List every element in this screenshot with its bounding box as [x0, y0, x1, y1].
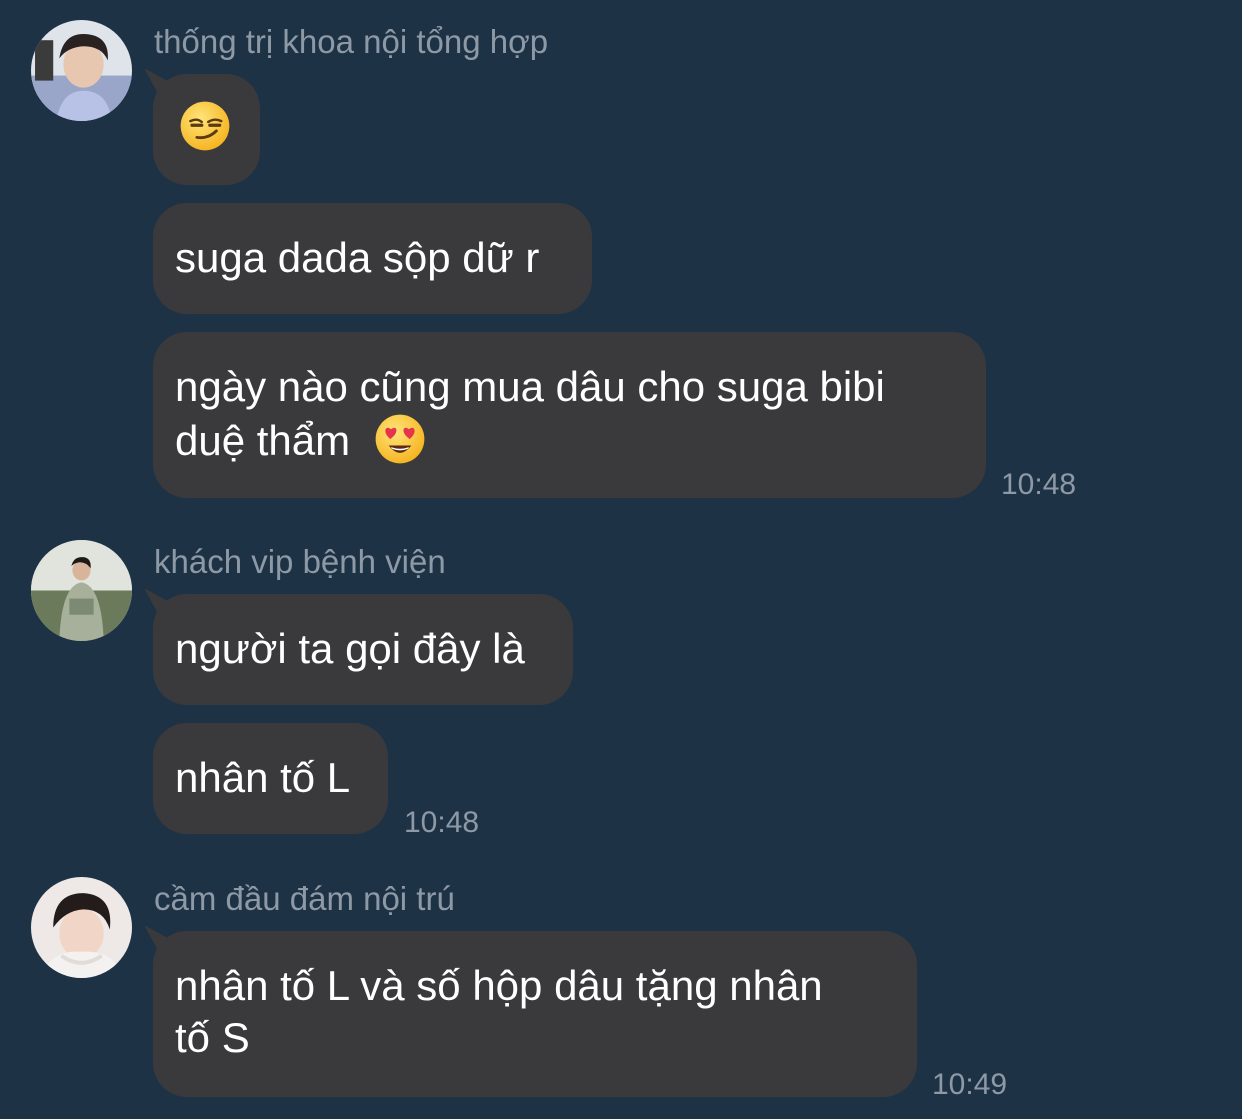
- sender-name: cầm đầu đám nội trú: [154, 880, 455, 917]
- sender-name: khách vip bệnh viện: [154, 543, 446, 580]
- message-bubble[interactable]: ngày nào cũng mua dâu cho suga bibi duệ …: [153, 332, 986, 498]
- message-text: nhân tố L và số hộp dâu tặng nhân: [175, 962, 823, 1009]
- timestamp: 10:48: [1001, 468, 1077, 501]
- message-text: duệ thẩm: [175, 417, 351, 464]
- message-text: tố S: [175, 1014, 250, 1061]
- message-text: người ta gọi đây là: [175, 625, 525, 672]
- avatar[interactable]: [31, 540, 132, 641]
- smirking-face-emoji-icon: [179, 100, 231, 152]
- message-text: suga dada sộp dữ r: [175, 234, 540, 281]
- message-bubble[interactable]: nhân tố L và số hộp dâu tặng nhân tố S: [153, 931, 917, 1097]
- message-bubble[interactable]: suga dada sộp dữ r: [153, 203, 592, 314]
- message-bubble[interactable]: nhân tố L: [153, 723, 388, 834]
- sender-name: thống trị khoa nội tổng hợp: [154, 23, 549, 60]
- avatar[interactable]: [31, 877, 132, 978]
- message-text: ngày nào cũng mua dâu cho suga bibi: [175, 363, 885, 410]
- message-bubble[interactable]: [153, 74, 260, 185]
- message-bubble[interactable]: người ta gọi đây là: [153, 594, 573, 705]
- timestamp: 10:49: [932, 1068, 1008, 1101]
- message-text: nhân tố L: [175, 754, 351, 801]
- heart-eyes-emoji-icon: [374, 413, 426, 465]
- avatar[interactable]: [31, 20, 132, 121]
- timestamp: 10:48: [404, 806, 480, 839]
